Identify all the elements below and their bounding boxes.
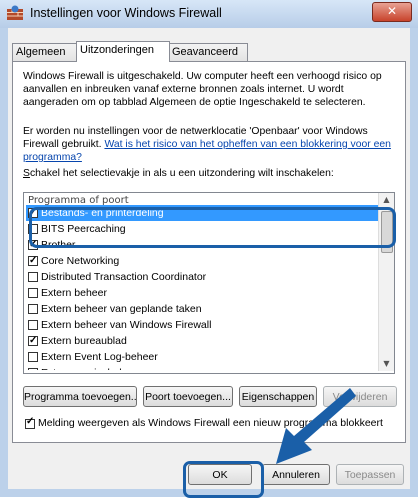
item-checkbox[interactable]	[28, 253, 38, 269]
window-title: Instellingen voor Windows Firewall	[30, 6, 222, 20]
item-checkbox[interactable]	[28, 304, 38, 314]
item-label: Extern bureaublad	[41, 335, 127, 347]
tab-algemeen[interactable]: Algemeen	[12, 43, 78, 61]
tab-geavanceerd[interactable]: Geavanceerd	[168, 43, 248, 61]
list-item[interactable]: Core Networking	[26, 253, 378, 269]
item-checkbox[interactable]	[28, 320, 38, 330]
list-item[interactable]: Extern Event Log-beheer	[26, 349, 378, 365]
list-item[interactable]: Extern bureaublad	[26, 333, 378, 349]
item-checkbox[interactable]	[28, 288, 38, 298]
cancel-button[interactable]: Annuleren	[262, 464, 330, 485]
notify-checkbox[interactable]	[25, 416, 35, 429]
close-button[interactable]: ✕	[372, 2, 412, 22]
network-location-info: Er worden nu instellingen voor de netwer…	[23, 125, 399, 164]
selection-highlight-callout	[29, 207, 396, 248]
firewall-settings-window: Instellingen voor Windows Firewall ✕ Alg…	[0, 0, 418, 498]
instruction-text: Schakel het selectievakje in als u een u…	[23, 167, 399, 180]
item-label: Extern beheer van Windows Firewall	[41, 319, 212, 331]
apply-button[interactable]: Toepassen	[336, 464, 404, 485]
list-item[interactable]: Extern beheer van Windows Firewall	[26, 317, 378, 333]
title-bar: Instellingen voor Windows Firewall ✕	[0, 0, 418, 28]
instruction-rest: chakel het selectievakje in als u een ui…	[29, 168, 334, 179]
item-checkbox[interactable]	[28, 352, 38, 362]
item-checkbox[interactable]	[28, 368, 38, 370]
scroll-down-icon[interactable]: ▼	[379, 357, 394, 371]
scroll-up-icon[interactable]: ▲	[379, 193, 394, 207]
ok-highlight-callout	[183, 461, 264, 498]
item-label: Extern Event Log-beheer	[41, 351, 158, 363]
item-label: Distributed Transaction Coordinator	[41, 271, 207, 283]
item-checkbox[interactable]	[28, 333, 38, 349]
add-program-button[interactable]: Programma toevoegen...	[23, 386, 137, 407]
firewall-disabled-warning: Windows Firewall is uitgeschakeld. Uw co…	[23, 71, 382, 108]
add-port-button[interactable]: Poort toevoegen...	[143, 386, 233, 407]
item-label: Core Networking	[41, 255, 120, 267]
list-item[interactable]: Extern beheer	[26, 285, 378, 301]
list-item[interactable]: Extern beheer van geplande taken	[26, 301, 378, 317]
pointer-arrow-icon	[276, 388, 356, 464]
item-checkbox[interactable]	[28, 272, 38, 282]
list-item[interactable]: Distributed Transaction Coordinator	[26, 269, 378, 285]
list-item[interactable]: Extern servicebeheer	[26, 365, 378, 370]
item-label: Extern beheer van geplande taken	[41, 303, 202, 315]
item-label: Extern servicebeheer	[41, 367, 140, 370]
instruction-accesskey: S	[23, 168, 30, 179]
tab-uitzonderingen[interactable]: Uitzonderingen	[76, 41, 170, 62]
firewall-icon	[7, 5, 23, 20]
item-label: Extern beheer	[41, 287, 107, 299]
